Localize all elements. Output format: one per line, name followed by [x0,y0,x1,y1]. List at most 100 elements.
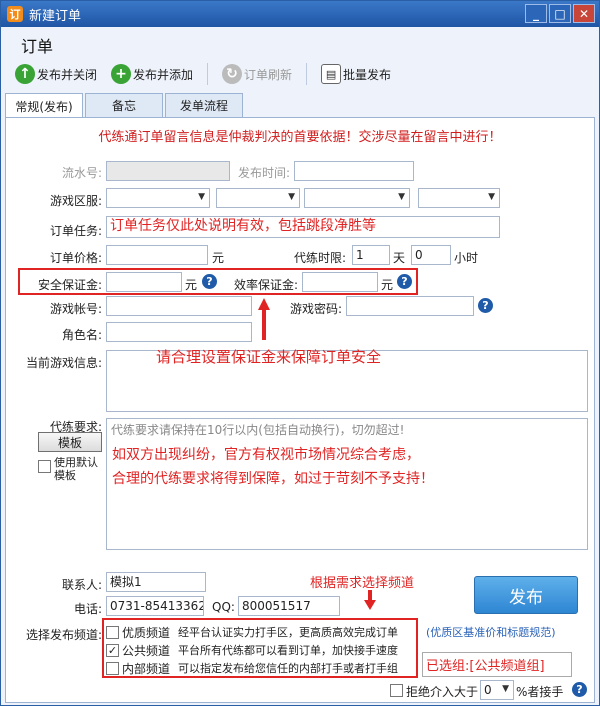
days-input[interactable]: 1 [352,245,390,265]
channel-label: 选择发布频道: [25,628,102,642]
window-title: 新建订单 [29,8,82,24]
refresh-order-button[interactable]: ↻ 订单刷新 [218,62,296,86]
toolbar: ↑ 发布并关闭 + 发布并添加 ↻ 订单刷新 ▤ 批量发布 [1,57,599,91]
region-label: 游戏区服: [49,194,102,208]
premium-channel-checkbox[interactable] [106,626,119,639]
close-button[interactable]: ✕ [573,4,595,23]
arrow-up-icon: ↑ [15,64,35,84]
selected-group-text: 已选组:[公共频道组] [422,652,572,677]
help-icon[interactable]: ? [202,274,217,289]
template-button[interactable]: 模板 [38,432,102,452]
public-channel-desc: 平台所有代练都可以看到订单，加快接手速度 [178,644,398,657]
role-label: 角色名: [61,328,102,342]
safety-deposit-unit: 元 [185,278,198,292]
arrow-up-annotation-icon [258,298,270,340]
phone-input[interactable]: 0731-85413362 [106,596,204,616]
reject-suffix: %者接手 [516,685,564,699]
chevron-down-icon: ▼ [288,192,295,202]
role-input[interactable] [106,322,252,342]
region-select-4[interactable]: ▼ [418,188,500,208]
tab-flow[interactable]: 发单流程 [165,93,243,117]
channel-hint-text: 根据需求选择频道 [310,576,415,591]
reject-percent-select[interactable]: 0 ▼ [480,680,514,700]
publish-time-label: 发布时间: [237,166,290,180]
phone-label: 电话: [73,602,102,616]
publish-time-input[interactable] [294,161,414,181]
refresh-icon: ↻ [222,64,243,84]
use-default-template-checkbox[interactable] [38,460,51,473]
deposit-hint-text: 请合理设置保证金来保障订单安全 [156,348,382,366]
efficiency-deposit-label: 效率保证金: [233,278,298,292]
toolbar-divider [306,63,308,85]
tab-general[interactable]: 常规(发布) [5,93,83,118]
publish-button[interactable]: 发布 [474,576,578,614]
safety-deposit-input[interactable] [106,272,182,292]
plus-icon: + [111,64,132,84]
password-input[interactable] [346,296,474,316]
current-info-label: 当前游戏信息: [25,356,102,370]
internal-channel-checkbox[interactable] [106,662,119,675]
public-channel-name: 公共频道 [122,644,171,658]
toolbar-divider [207,63,209,85]
reject-label: 拒绝介入大于 [406,685,479,699]
hours-input[interactable]: 0 [411,245,451,265]
use-default-template-label: 使用默认模板 [54,456,98,482]
efficiency-deposit-unit: 元 [381,278,394,292]
hours-unit: 小时 [454,251,479,265]
password-label: 游戏密码: [289,302,342,316]
contact-label: 联系人: [61,578,102,592]
arrow-down-annotation-icon [364,590,376,610]
premium-rules-link[interactable]: (优质区基准价和标题规范) [426,624,556,640]
region-select-3[interactable]: ▼ [304,188,410,208]
days-unit: 天 [393,251,406,265]
chevron-down-icon: ▼ [502,684,509,694]
internal-channel-desc: 可以指定发布给您信任的内部打手或者打手组 [178,662,398,675]
order-window: 订 新建订单 _ □ ✕ 订单 ↑ 发布并关闭 + 发布并添加 ↻ 订单刷新 ▤… [0,0,600,706]
reject-intervention-checkbox[interactable] [390,684,403,697]
internal-channel-name: 内部频道 [122,662,171,676]
tab-bar: 常规(发布) 备忘 发单流程 [5,93,245,118]
chevron-down-icon: ▼ [198,192,205,202]
contact-input[interactable]: 模拟1 [106,572,206,592]
serial-label: 流水号: [61,166,102,180]
timelimit-label: 代练时限: [293,251,346,265]
public-channel-checkbox[interactable]: ✓ [106,644,119,657]
reject-percent-value: 0 [484,683,492,697]
task-input[interactable]: 订单任务仅此处说明有效，包括跳段净胜等 [106,216,500,238]
dispute-note-line-2: 合理的代练要求将得到保障，如过于苛刻不予支持！ [112,471,434,487]
tab-memo[interactable]: 备忘 [85,93,163,117]
chevron-down-icon: ▼ [488,192,495,202]
account-label: 游戏帐号: [49,302,102,316]
region-select-2[interactable]: ▼ [216,188,300,208]
qq-label: QQ: [212,600,235,614]
safety-deposit-label: 安全保证金: [37,278,102,292]
price-input[interactable] [106,245,208,265]
batch-icon: ▤ [321,64,342,84]
help-icon[interactable]: ? [572,682,587,697]
price-unit: 元 [212,251,225,265]
batch-publish-button[interactable]: ▤ 批量发布 [317,62,395,86]
general-panel: 代练通订单留言信息是仲裁判决的首要依据！交涉尽量在留言中进行！ 流水号: 发布时… [5,117,595,703]
price-label: 订单价格: [49,251,102,265]
efficiency-deposit-input[interactable] [302,272,378,292]
minimize-button[interactable]: _ [525,4,547,23]
app-icon: 订 [7,6,23,22]
notice-text: 代练通订单留言信息是仲裁判决的首要依据！交涉尽量在留言中进行！ [98,130,502,145]
task-label: 订单任务: [49,224,102,238]
serial-input [106,161,230,181]
qq-input[interactable]: 800051517 [238,596,340,616]
premium-channel-desc: 经平台认证实力打手区，更高质高效完成订单 [178,626,398,639]
help-icon[interactable]: ? [397,274,412,289]
page-title: 订单 [21,37,54,56]
publish-add-button[interactable]: + 发布并添加 [107,62,197,86]
help-icon[interactable]: ? [478,298,493,313]
chevron-down-icon: ▼ [398,192,405,202]
publish-close-button[interactable]: ↑ 发布并关闭 [11,62,101,86]
premium-channel-name: 优质频道 [122,626,171,640]
dispute-note-line-1: 如双方出现纠纷，官方有权视市场情况综合考虑， [112,447,420,463]
region-select-1[interactable]: ▼ [106,188,210,208]
account-input[interactable] [106,296,252,316]
maximize-button[interactable]: □ [549,4,571,23]
title-bar: 订 新建订单 _ □ ✕ [1,1,599,27]
requirement-placeholder: 代练要求请保持在10行以内(包括自动换行)，切勿超过! [111,423,405,437]
